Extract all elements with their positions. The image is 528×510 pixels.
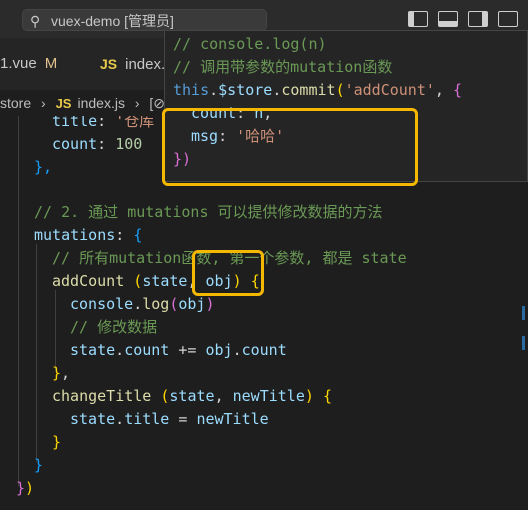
code-line: mutations: { [34,226,143,244]
indent-guide [36,244,37,462]
code-line: }, [52,364,71,382]
code-line: // 2. 通过 mutations 可以提供修改数据的方法 [34,203,383,221]
tab-label: index.j [125,56,169,73]
code-line: }) [16,479,35,497]
code-line: count: 100 [52,135,143,153]
modified-badge: M [44,55,58,72]
code-line: } [52,433,62,451]
code-line: state.title = newTitle [70,410,269,428]
chevron-right-icon: › [134,95,140,111]
search-text: vuex-demo [管理员] [51,13,174,29]
code-line: // 调用带参数的mutation函数 [173,58,393,76]
customize-layout-icon[interactable] [498,11,518,27]
scrollbar-marker [522,336,525,350]
js-file-icon: JS [55,96,72,111]
code-line: title: '仓库 [52,116,155,130]
highlight-box-commit-payload [162,108,418,186]
code-line: // 修改数据 [70,318,158,336]
code-line: this.$store.commit('addCount', { [173,81,462,99]
code-line: changeTitle (state, newTitle) { [52,387,332,405]
highlight-box-obj [192,250,264,296]
scrollbar-marker [522,306,525,320]
toggle-secondary-sidebar-icon[interactable] [468,11,488,27]
breadcrumb-item-store[interactable]: store [0,95,31,111]
chevron-right-icon: › [41,95,46,111]
js-file-icon: JS [100,56,118,72]
code-line: // console.log(n) [173,35,327,53]
search-icon: ⚲ [30,13,41,29]
tab-vue-file[interactable]: 1.vue M [0,38,57,90]
code-line: } [34,456,44,474]
tab-index-js[interactable]: JS index.j [100,38,168,90]
indent-guide [55,290,56,370]
breadcrumb-item-index[interactable]: index.js [77,95,124,111]
code-line: state.count += obj.count [70,341,287,359]
command-center-search[interactable]: ⚲ vuex-demo [管理员] [22,9,267,31]
tab-label: 1.vue [0,55,37,72]
toggle-panel-icon[interactable] [438,11,458,27]
code-line: }, [34,158,53,176]
indent-guide [18,116,19,486]
toggle-primary-sidebar-icon[interactable] [408,11,428,27]
code-line: console.log(obj) [70,295,215,313]
